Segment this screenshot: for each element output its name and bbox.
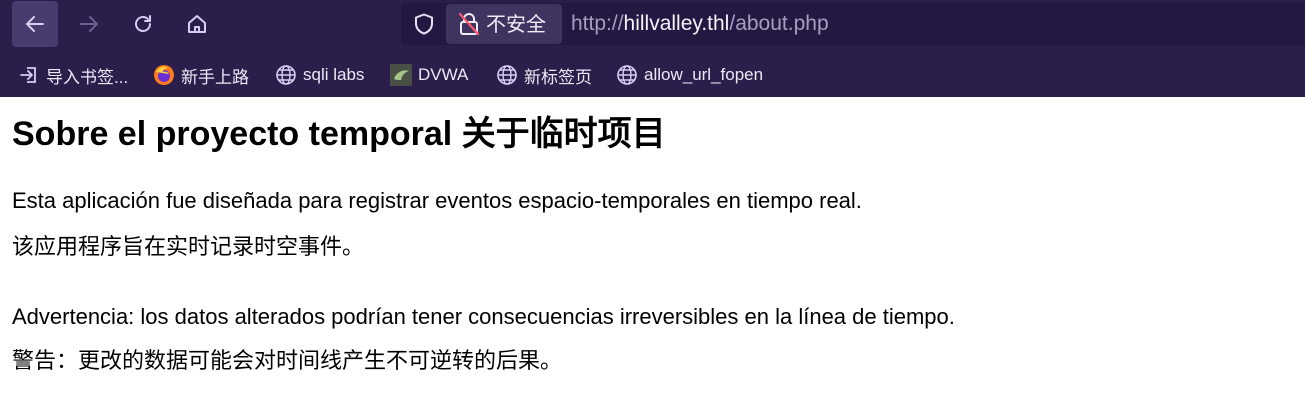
- bookmark-label: DVWA: [418, 65, 469, 84]
- home-icon: [188, 15, 206, 33]
- browser-toolbar: 不安全 http://hillvalley.thl/about.php: [0, 0, 1305, 48]
- bookmark-label: allow_url_fopen: [644, 65, 764, 84]
- firefox-icon: [153, 64, 175, 86]
- url-text[interactable]: http://hillvalley.thl/about.php: [571, 13, 829, 35]
- home-button[interactable]: [174, 1, 220, 47]
- bookmark-allow-url-fopen[interactable]: allow_url_fopen: [616, 63, 763, 87]
- url-host: hillvalley.thl: [623, 12, 730, 35]
- shield-icon: [415, 13, 433, 35]
- arrow-left-icon: [26, 16, 44, 32]
- forward-button[interactable]: [66, 1, 112, 47]
- browser-chrome: 不安全 http://hillvalley.thl/about.php 导入书签…: [0, 0, 1305, 97]
- reload-button[interactable]: [120, 1, 166, 47]
- description-chinese: 该应用程序旨在实时记录时空事件。: [12, 234, 365, 259]
- bookmark-label: 导入书签...: [46, 67, 129, 87]
- page-title: Sobre el proyecto temporal 关于临时项目: [12, 115, 666, 153]
- description-spanish: Esta aplicación fue diseñada para regist…: [12, 188, 862, 213]
- arrow-right-icon: [80, 16, 98, 32]
- back-button[interactable]: [12, 1, 58, 47]
- bookmark-label: 新手上路: [181, 67, 249, 87]
- bookmark-label: sqli labs: [303, 65, 365, 84]
- insecure-lock-icon: [458, 12, 480, 36]
- url-bar[interactable]: 不安全 http://hillvalley.thl/about.php: [401, 3, 1305, 45]
- globe-icon: [616, 64, 638, 86]
- bookmark-label: 新标签页: [524, 67, 592, 87]
- url-path: /about.php: [729, 12, 829, 35]
- import-icon: [18, 64, 40, 86]
- dvwa-icon: [390, 64, 412, 86]
- globe-icon: [275, 64, 297, 86]
- tracking-protection-button[interactable]: [411, 11, 437, 37]
- insecure-label: 不安全: [486, 12, 546, 36]
- url-scheme: http://: [571, 12, 624, 35]
- warning-chinese: 警告：更改的数据可能会对时间线产生不可逆转的后果。: [12, 348, 563, 373]
- bookmarks-toolbar: 导入书签... 新手上路 sqli labs DVWA 新标签页 allow_u…: [0, 52, 1305, 97]
- bookmark-new-tab[interactable]: 新标签页: [496, 63, 592, 87]
- site-security-button[interactable]: 不安全: [446, 4, 562, 44]
- bookmark-sqli-labs[interactable]: sqli labs: [275, 63, 364, 87]
- bookmark-import[interactable]: 导入书签...: [18, 63, 128, 87]
- reload-icon: [135, 15, 151, 32]
- globe-icon: [496, 64, 518, 86]
- bookmark-getting-started[interactable]: 新手上路: [153, 63, 249, 87]
- warning-spanish: Advertencia: los datos alterados podrían…: [12, 304, 955, 329]
- bookmark-dvwa[interactable]: DVWA: [390, 63, 468, 87]
